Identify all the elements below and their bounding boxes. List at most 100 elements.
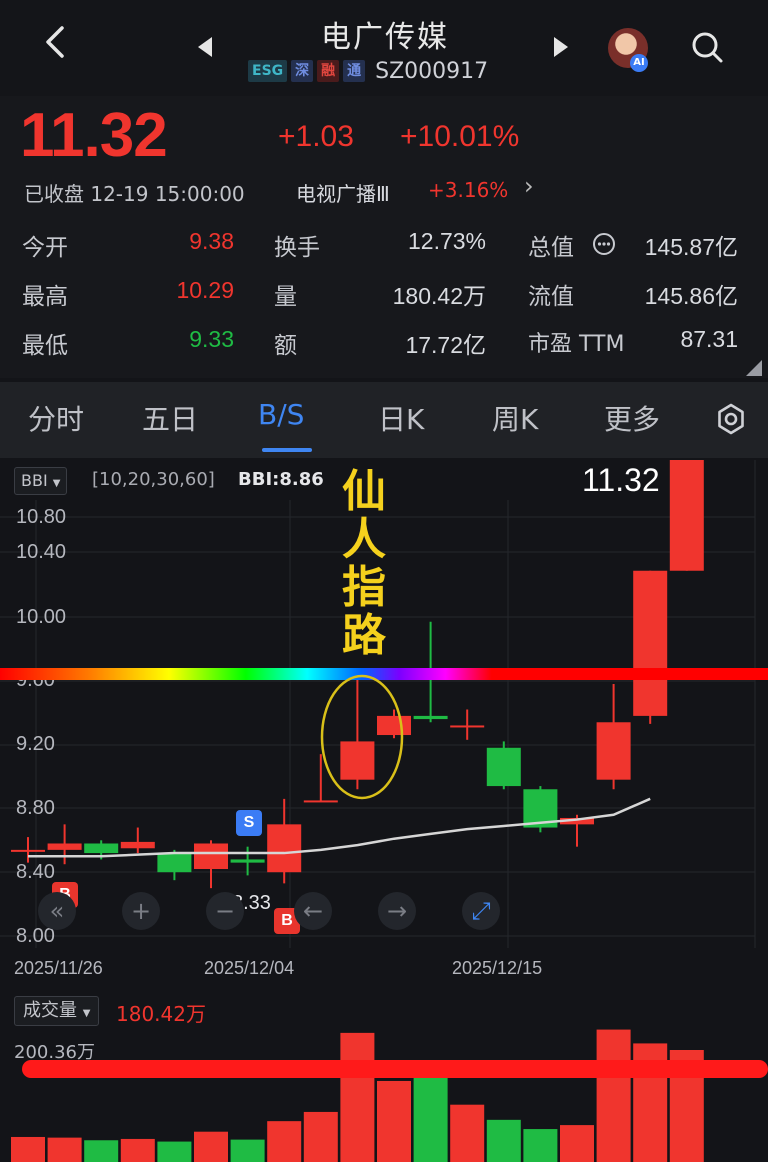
candle-body [47,843,82,850]
x-tick-2: 2025/12/04 [204,958,295,978]
sector-change[interactable]: +3.16% [428,178,508,202]
next-stock-icon[interactable] [552,36,570,64]
caret-down-icon: ▼ [82,1008,91,1019]
scroll-left-icon[interactable]: « [38,892,76,930]
annotation-text: 仙人指路 [342,466,386,661]
search-icon[interactable] [690,30,724,64]
stat-label-pe: 市盈 TTM [528,332,625,357]
price-change: +1.03 [278,120,354,153]
volume-bar [377,1080,411,1162]
volume-bar [120,1138,155,1162]
tab-daily-k[interactable]: 日K [378,398,424,438]
stat-label-amount: 额 [274,333,297,359]
y-tick-10.40: 10.40 [16,541,67,563]
volume-bar [47,1137,82,1162]
candle-body [194,843,228,870]
zoom-out-icon[interactable]: − [206,892,244,930]
y-tick-9.20: 9.20 [16,733,55,755]
bbi-value: BBI:8.86 [238,469,324,490]
chevron-right-icon[interactable]: › [524,172,534,200]
fullscreen-icon[interactable]: ⤢ [462,892,500,930]
stat-value-open: 9.38 [189,228,234,254]
candle-body [486,747,521,787]
y-tick-8.40: 8.40 [16,861,55,883]
tag-connect: 通 [343,60,366,82]
volume-value: 180.42万 [116,1002,206,1026]
sector-name[interactable]: 电视广播Ⅲ [296,178,390,207]
stat-label-open: 今开 [22,235,68,261]
volume-bar [340,1032,375,1162]
stock-tags: ESG 深 融 通 SZ000917 [248,58,488,84]
volume-bar [523,1129,558,1162]
back-icon[interactable] [40,22,80,74]
stat-value-low: 9.33 [189,326,234,352]
tag-exchange: 深 [291,60,314,82]
gear-icon[interactable] [714,402,748,436]
tab-weekly-k[interactable]: 周K [492,398,538,438]
stat-label-low: 最低 [22,333,68,359]
sell-marker[interactable]: S [236,810,262,836]
stat-label-float-cap: 流值 [528,284,574,310]
volume-bar [157,1141,192,1162]
ai-badge: AI [630,54,648,72]
tab-five-day[interactable]: 五日 [142,398,198,438]
candle-body [120,841,155,849]
candle-body [596,722,631,780]
stat-label-volume: 量 [274,284,297,310]
candle-body [230,859,265,863]
back-arrow-icon[interactable]: ← [294,892,332,930]
stat-value-market-cap: 145.87亿 [644,234,738,260]
stat-value-pe: 87.31 [680,326,738,352]
tag-margin: 融 [317,60,340,82]
candle-body [450,725,485,728]
candle-body [84,843,119,854]
volume-bar [303,1111,338,1162]
y-tick-8.80: 8.80 [16,797,55,819]
tab-intraday[interactable]: 分时 [28,398,84,438]
candle-body [11,849,45,852]
price-change-pct: +10.01% [400,120,520,153]
candle-body [157,853,192,873]
volume-bar [560,1125,594,1162]
volume-red-line [22,1060,768,1078]
stat-label-turnover: 换手 [274,235,320,261]
y-tick-10.00: 10.00 [16,606,67,628]
indicator-select[interactable]: BBI ▼ [14,467,68,495]
tag-esg[interactable]: ESG [248,60,288,82]
volume-bar [230,1139,265,1162]
stock-name: 电广传媒 [321,20,449,55]
indicator-label: BBI [21,471,48,490]
candle-body [413,715,448,720]
caret-down-icon: ▼ [52,478,61,489]
zoom-in-icon[interactable]: + [122,892,160,930]
last-price-label: 11.32 [582,462,660,498]
expand-corner-icon[interactable] [746,360,762,376]
volume-bar [486,1119,521,1162]
volume-bar [596,1029,631,1162]
stat-value-float-cap: 145.86亿 [644,283,738,309]
annotation-ellipse [320,674,404,800]
market-status: 已收盘 12-19 15:00:00 [24,182,245,206]
x-tick-3: 2025/12/15 [452,958,543,978]
stat-value-high: 10.29 [176,277,234,303]
current-price: 11.32 [20,101,168,170]
volume-bar [450,1104,485,1162]
tab-bs[interactable]: B/S [258,398,304,431]
tab-more[interactable]: 更多 [604,398,660,438]
volume-label: 成交量 [23,1000,77,1021]
stock-code: SZ000917 [375,58,489,84]
candle-body [669,460,704,571]
indicator-params: [10,20,30,60] [92,469,215,490]
volume-bar [84,1140,119,1162]
volume-bar [267,1121,302,1162]
stat-label-high: 最高 [22,284,68,310]
volume-bar [11,1136,45,1162]
forward-arrow-icon[interactable]: → [378,892,416,930]
y-tick-10.80: 10.80 [16,506,67,528]
stat-label-market-cap: 总值 [528,235,574,261]
volume-select[interactable]: 成交量 ▼ [14,996,100,1026]
stat-value-turnover: 12.73% [407,228,486,254]
candle-body [267,824,302,873]
volume-bar [194,1131,228,1162]
previous-stock-icon[interactable] [196,36,214,64]
